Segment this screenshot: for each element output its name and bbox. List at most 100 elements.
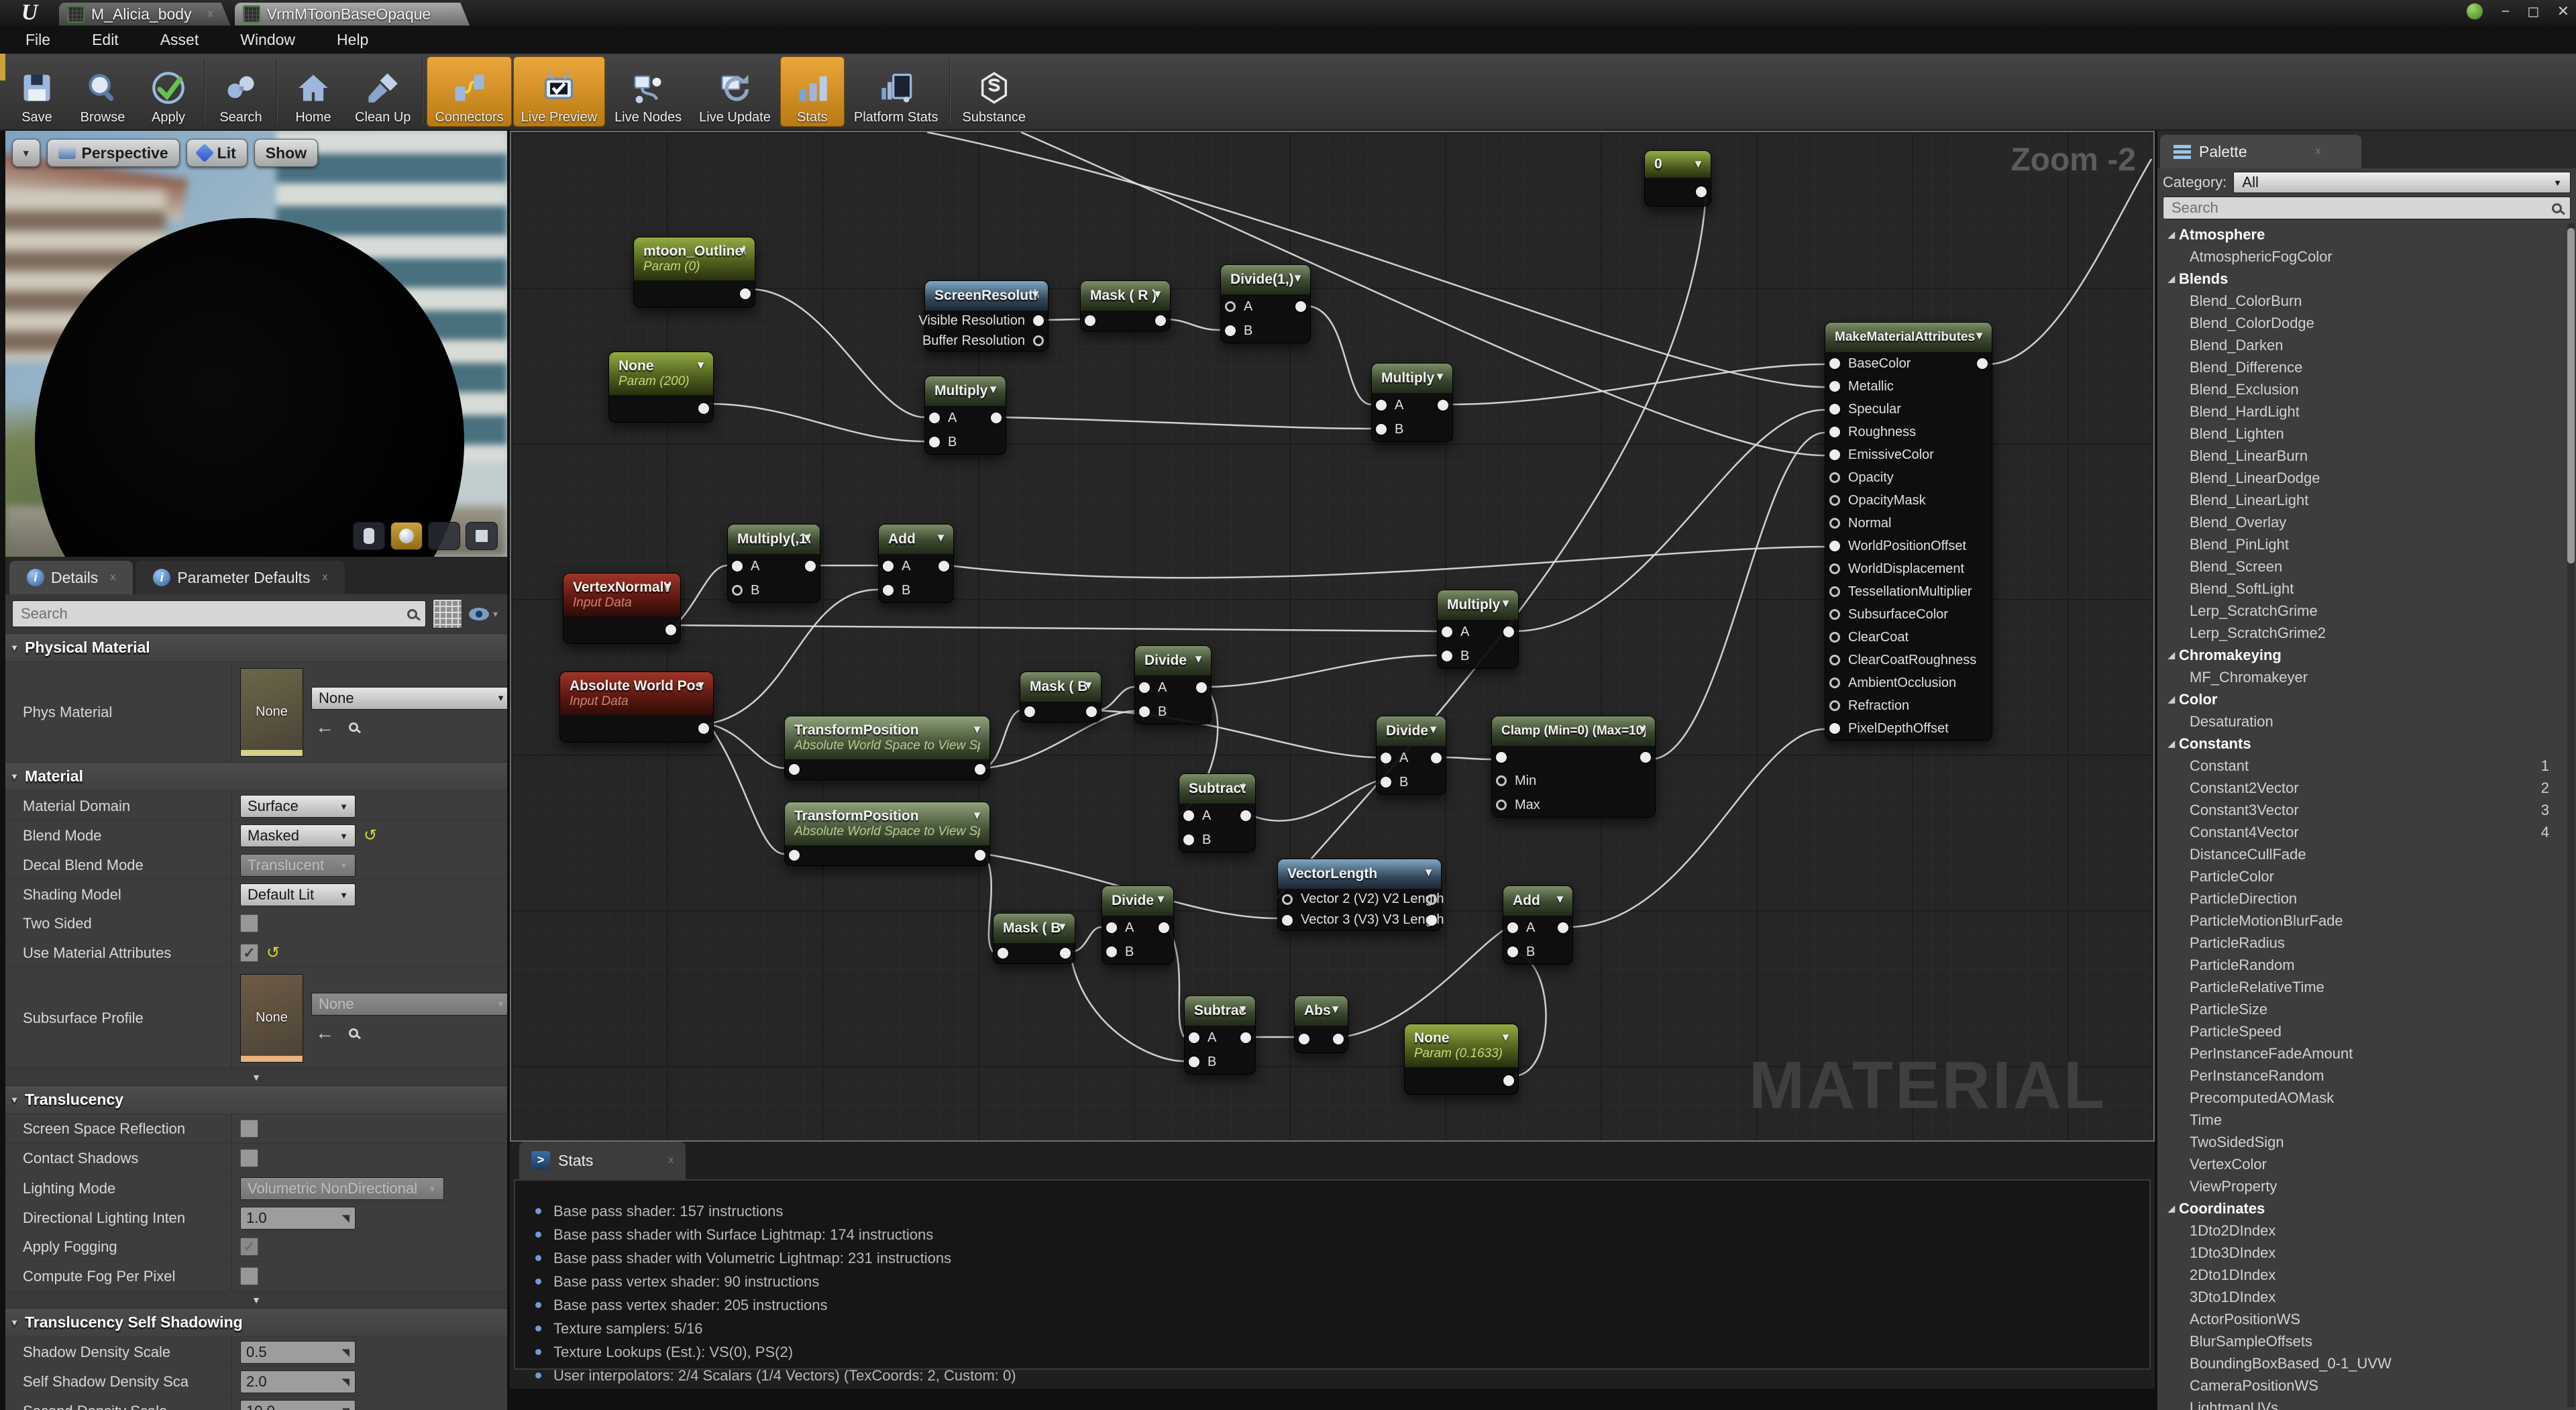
asset-thumbnail[interactable]: None (240, 974, 303, 1063)
node-mask-b-1[interactable]: Mask ( B )▼ (1020, 671, 1102, 722)
spinbox-shadow-density-scale[interactable]: 0.5◥ (240, 1341, 356, 1364)
input-pin[interactable] (1829, 632, 1840, 643)
reset-to-default-icon[interactable]: ↺ (266, 946, 280, 960)
input-pin[interactable] (883, 561, 894, 572)
spinbox-directional-lighting-inten[interactable]: 1.0◥ (240, 1207, 356, 1230)
palette-item-particledirection[interactable]: ParticleDirection (2157, 887, 2567, 910)
node-transform-position-2[interactable]: TransformPositionAbsolute World Space to… (784, 802, 990, 866)
node-multiply-2[interactable]: Multiply▼AB (1371, 363, 1453, 442)
input-pin[interactable] (1106, 922, 1117, 933)
input-pin[interactable] (1829, 609, 1840, 620)
node-clamp[interactable]: Clamp (Min=0) (Max=10)▼MinMax (1491, 716, 1656, 818)
palette-item-lightmapuvs[interactable]: LightmapUVs (2157, 1397, 2567, 1410)
node-multiply-3[interactable]: Multiply▼AB (1437, 590, 1519, 669)
connectors-button[interactable]: Connectors (427, 56, 511, 127)
palette-item-particlemotionblurfade[interactable]: ParticleMotionBlurFade (2157, 910, 2567, 932)
node-mask-b-2[interactable]: Mask ( B )▼ (993, 913, 1075, 964)
section-header-material[interactable]: ▾Material (5, 762, 507, 790)
output-pin[interactable] (1240, 810, 1251, 821)
input-pin[interactable] (732, 561, 743, 572)
tab-parameter-defaults[interactable]: iParameter Defaultsx (136, 561, 345, 594)
node-abs[interactable]: Abs▼ (1294, 995, 1348, 1053)
preview-viewport[interactable]: ▾PerspectiveLitShow (5, 131, 507, 557)
close-icon[interactable]: x (668, 1154, 674, 1167)
node-divide-4[interactable]: Divide▼AB (1102, 885, 1174, 965)
output-pin[interactable] (1640, 752, 1651, 763)
input-pin[interactable] (1829, 563, 1840, 574)
palette-item-blend_darken[interactable]: Blend_Darken (2157, 334, 2567, 356)
palette-item-desaturation[interactable]: Desaturation (2157, 710, 2567, 733)
input-pin[interactable] (1496, 752, 1507, 763)
palette-scrollbar[interactable] (2567, 228, 2575, 563)
output-pin[interactable] (1696, 186, 1707, 197)
grid-view-icon[interactable] (433, 599, 462, 629)
node-add-1[interactable]: Add▼AB (878, 524, 954, 603)
asset-thumbnail[interactable]: None (240, 668, 303, 757)
section-header-translucency[interactable]: ▾Translucency (5, 1085, 507, 1114)
category-dropdown[interactable]: All ▼ (2233, 172, 2571, 193)
preview-mesh-plane-button[interactable] (428, 522, 460, 550)
input-pin[interactable] (1442, 651, 1452, 661)
input-pin[interactable] (1829, 700, 1840, 711)
palette-item-vertexcolor[interactable]: VertexColor (2157, 1153, 2567, 1175)
menu-edit[interactable]: Edit (92, 31, 119, 49)
input-pin[interactable] (1507, 922, 1518, 933)
palette-item-perinstancefadeamount[interactable]: PerInstanceFadeAmount (2157, 1042, 2567, 1065)
close-icon[interactable]: x (208, 8, 213, 20)
visibility-filter-button[interactable]: ▾ (469, 608, 500, 620)
palette-item-twosidedsign[interactable]: TwoSidedSign (2157, 1131, 2567, 1153)
output-pin[interactable] (1426, 894, 1437, 905)
output-pin[interactable] (991, 413, 1002, 423)
preview-mesh-cube-button[interactable] (466, 522, 498, 550)
palette-item-blend_exclusion[interactable]: Blend_Exclusion (2157, 378, 2567, 400)
section-expander[interactable]: ▼ (5, 1068, 507, 1085)
launch-icon[interactable] (2466, 3, 2483, 20)
output-pin[interactable] (975, 850, 985, 861)
output-pin[interactable] (1333, 1034, 1344, 1044)
node-vector-length[interactable]: VectorLength▼Vector 2 (V2) V2 LengthVect… (1277, 859, 1442, 931)
node-const0[interactable]: 0▼ (1644, 150, 1711, 207)
node-add-2[interactable]: Add▼AB (1503, 885, 1573, 965)
palette-item-blend_lineardodge[interactable]: Blend_LinearDodge (2157, 467, 2567, 489)
browse-button[interactable]: Browse (70, 56, 135, 127)
palette-item-lerp_scratchgrime[interactable]: Lerp_ScratchGrime (2157, 600, 2567, 622)
input-pin[interactable] (789, 850, 800, 861)
clean-up-button[interactable]: Clean Up (347, 56, 419, 127)
palette-item-particlecolor[interactable]: ParticleColor (2157, 865, 2567, 887)
output-pin[interactable] (1426, 915, 1437, 926)
input-pin[interactable] (1024, 706, 1035, 717)
palette-item-camerapositionws[interactable]: CameraPositionWS (2157, 1374, 2567, 1397)
output-pin[interactable] (698, 723, 709, 734)
node-absolute-world-position[interactable]: Absolute World PositionInput Data▼ (559, 671, 714, 743)
input-pin[interactable] (1299, 1034, 1309, 1044)
output-pin[interactable] (1033, 315, 1044, 326)
input-pin[interactable] (998, 948, 1008, 959)
input-pin[interactable] (1507, 946, 1518, 957)
palette-item-constant3vector[interactable]: Constant3Vector3 (2157, 799, 2567, 821)
node-multiply-10[interactable]: Multiply(,10)▼AB (727, 524, 820, 603)
close-icon[interactable]: x (447, 8, 452, 20)
output-pin[interactable] (1155, 315, 1166, 326)
viewport-show-button[interactable]: Show (254, 139, 318, 167)
input-pin[interactable] (1085, 315, 1095, 326)
palette-item-particlerandom[interactable]: ParticleRandom (2157, 954, 2567, 976)
input-pin[interactable] (1381, 777, 1391, 788)
tab-details[interactable]: iDetailsx (9, 561, 133, 594)
input-pin[interactable] (1829, 723, 1840, 734)
close-icon[interactable]: x (2316, 146, 2321, 158)
node-divide-2[interactable]: Divide▼AB (1134, 645, 1212, 724)
input-pin[interactable] (1829, 655, 1840, 665)
live-nodes-button[interactable]: Live Nodes (606, 56, 690, 127)
output-pin[interactable] (1086, 706, 1097, 717)
viewport-options-dropdown[interactable]: ▾ (12, 139, 40, 167)
output-pin[interactable] (1295, 301, 1306, 312)
input-pin[interactable] (929, 413, 940, 423)
palette-item-perinstancerandom[interactable]: PerInstanceRandom (2157, 1065, 2567, 1087)
palette-item-1dto3dindex[interactable]: 1Dto3DIndex (2157, 1242, 2567, 1264)
input-pin[interactable] (1829, 449, 1840, 460)
input-pin[interactable] (1829, 495, 1840, 506)
live-update-button[interactable]: Live Update (691, 56, 779, 127)
palette-item-1dto2dindex[interactable]: 1Dto2DIndex (2157, 1219, 2567, 1242)
palette-item-2dto1dindex[interactable]: 2Dto1DIndex (2157, 1264, 2567, 1286)
close-icon[interactable]: x (110, 572, 115, 584)
